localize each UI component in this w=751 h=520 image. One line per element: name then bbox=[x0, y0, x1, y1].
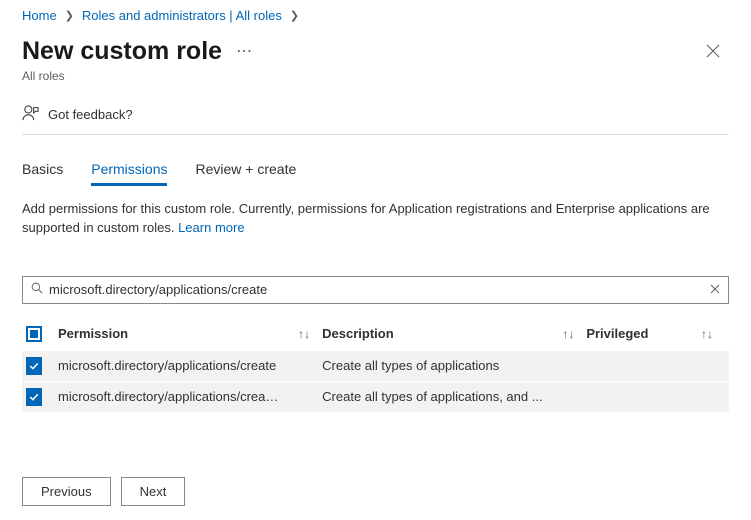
clear-search-button[interactable] bbox=[708, 280, 722, 299]
breadcrumb-roles[interactable]: Roles and administrators | All roles bbox=[82, 8, 282, 23]
learn-more-link[interactable]: Learn more bbox=[178, 220, 244, 235]
sort-icon[interactable]: ↑↓ bbox=[286, 327, 322, 341]
row-permission: microsoft.directory/applications/createA… bbox=[58, 389, 286, 404]
more-button[interactable]: ⋯ bbox=[232, 41, 256, 61]
column-privileged[interactable]: Privileged bbox=[586, 326, 689, 341]
chevron-right-icon: ❯ bbox=[290, 9, 299, 22]
sort-icon[interactable]: ↑↓ bbox=[689, 327, 725, 341]
row-checkbox[interactable] bbox=[26, 389, 42, 405]
column-permission[interactable]: Permission bbox=[58, 326, 286, 341]
close-icon bbox=[706, 44, 720, 58]
sort-icon[interactable]: ↑↓ bbox=[550, 327, 586, 341]
search-box[interactable] bbox=[22, 276, 729, 304]
close-button[interactable] bbox=[697, 35, 729, 67]
row-permission: microsoft.directory/applications/create bbox=[58, 358, 286, 373]
tabs: Basics Permissions Review + create bbox=[22, 161, 729, 186]
tab-description: Add permissions for this custom role. Cu… bbox=[22, 200, 729, 238]
feedback-icon bbox=[22, 105, 40, 124]
tab-permissions[interactable]: Permissions bbox=[91, 161, 167, 186]
table-header: Permission ↑↓ Description ↑↓ Privileged … bbox=[22, 318, 729, 350]
search-input[interactable] bbox=[49, 282, 702, 297]
row-checkbox[interactable] bbox=[26, 358, 42, 374]
select-all-checkbox[interactable] bbox=[26, 326, 42, 342]
tab-review[interactable]: Review + create bbox=[195, 161, 296, 186]
next-button[interactable]: Next bbox=[121, 477, 186, 506]
breadcrumb-home[interactable]: Home bbox=[22, 8, 57, 23]
breadcrumb: Home ❯ Roles and administrators | All ro… bbox=[22, 8, 729, 23]
search-icon bbox=[31, 282, 43, 297]
tab-basics[interactable]: Basics bbox=[22, 161, 63, 186]
row-description: Create all types of applications bbox=[322, 358, 550, 373]
row-description: Create all types of applications, and ..… bbox=[322, 389, 550, 404]
page-title: New custom role bbox=[22, 37, 222, 66]
close-icon bbox=[710, 284, 720, 294]
page-subtitle: All roles bbox=[22, 69, 729, 83]
permissions-table: Permission ↑↓ Description ↑↓ Privileged … bbox=[22, 318, 729, 412]
feedback-link[interactable]: Got feedback? bbox=[48, 107, 133, 122]
column-description[interactable]: Description bbox=[322, 326, 550, 341]
table-row[interactable]: microsoft.directory/applications/create … bbox=[22, 350, 729, 381]
table-row[interactable]: microsoft.directory/applications/createA… bbox=[22, 381, 729, 412]
chevron-right-icon: ❯ bbox=[65, 9, 74, 22]
previous-button[interactable]: Previous bbox=[22, 477, 111, 506]
